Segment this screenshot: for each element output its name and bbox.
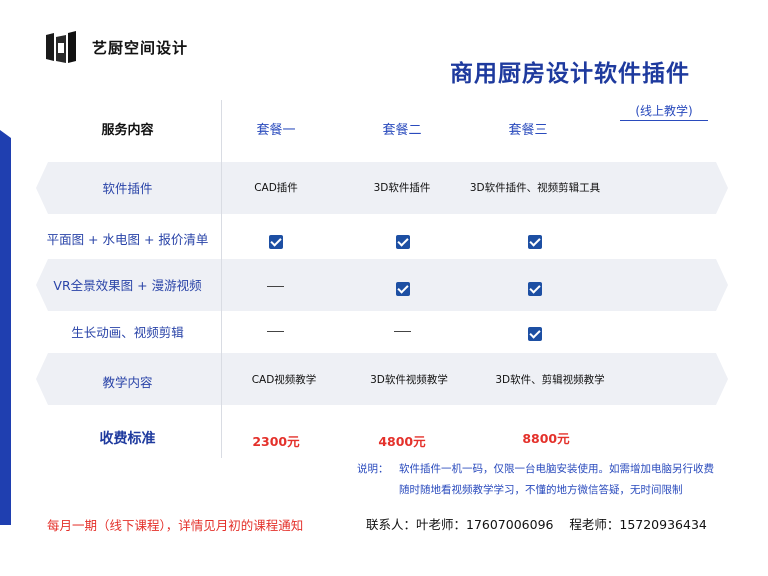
dash-icon: [267, 331, 284, 332]
row-label-teaching: 教学内容: [102, 375, 153, 390]
cell-software-plan-2: 3D软件插件: [373, 182, 431, 194]
header-service: 服务内容: [101, 123, 154, 138]
header-plan-2: 套餐二: [382, 123, 422, 138]
left-accent-bar: [0, 130, 11, 525]
row-label-vr: VR全景效果图 + 漫游视频: [53, 278, 202, 293]
cell-software-plan-1: CAD插件: [254, 182, 298, 194]
contact-info: 联系人：叶老师：17607006096 程老师：15720936434: [366, 517, 707, 532]
header-plan-3: 套餐三: [508, 123, 548, 138]
cell-software-plan-3: 3D软件插件、视频剪辑工具: [469, 182, 601, 194]
page-title: 商用厨房设计软件插件: [450, 61, 690, 87]
column-divider: [221, 100, 222, 458]
price-plan-3: 8800元: [522, 431, 570, 446]
check-icon: [269, 235, 283, 249]
check-icon: [528, 235, 542, 249]
cell-teaching-plan-1: CAD视频教学: [251, 374, 317, 386]
note-line-2: 随时随地看视频教学学习，不懂的地方微信答疑，无时间限制: [399, 484, 683, 496]
online-teaching-tag: (线上教学): [620, 102, 708, 121]
note-label: 说明：: [357, 463, 389, 475]
row-label-animation: 生长动画、视频剪辑: [71, 325, 184, 340]
dash-icon: [267, 286, 284, 287]
price-plan-2: 4800元: [378, 434, 426, 449]
dash-icon: [394, 331, 411, 332]
header-plan-1: 套餐一: [256, 123, 296, 138]
note-line-1: 软件插件一机一码，仅限一台电脑安装使用。如需增加电脑另行收费: [399, 463, 714, 475]
row-label-software: 软件插件: [102, 181, 153, 196]
cell-teaching-plan-2: 3D软件视频教学: [370, 374, 448, 386]
check-icon: [528, 327, 542, 341]
check-icon: [396, 282, 410, 296]
check-icon: [528, 282, 542, 296]
check-icon: [396, 235, 410, 249]
fee-label: 收费标准: [99, 431, 156, 447]
monthly-course-notice: 每月一期（线下课程），详情见月初的课程通知: [47, 518, 304, 533]
price-plan-1: 2300元: [252, 434, 300, 449]
row-label-drawings: 平面图 + 水电图 + 报价清单: [46, 232, 209, 247]
cell-teaching-plan-3: 3D软件、剪辑视频教学: [495, 374, 605, 386]
